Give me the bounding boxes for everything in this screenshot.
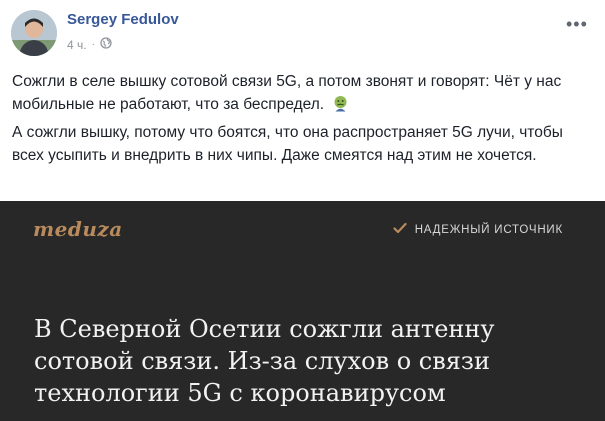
facebook-post: Sergey Fedulov 4 ч. · ••• Сожгли в селе … [0,0,605,421]
post-timestamp[interactable]: 4 ч. [67,38,87,52]
globe-icon[interactable] [100,37,112,52]
post-meta: 4 ч. · [67,37,112,52]
article-headline[interactable]: В Северной Осетии сожгли антенну сотовой… [34,313,574,409]
avatar[interactable] [11,10,57,56]
trusted-source-badge: НАДЕЖНЫЙ ИСТОЧНИК [393,222,563,237]
post-paragraph-2: А сожгли вышку, потому что боятся, что о… [12,124,563,164]
meta-separator: · [91,39,95,50]
trusted-source-label: НАДЕЖНЫЙ ИСТОЧНИК [414,223,563,236]
post-paragraph-1: Сожгли в селе вышку сотовой связи 5G, а … [12,70,592,119]
checkmark-icon [393,222,407,237]
avatar-image [11,10,57,56]
post-paragraph-1-text: Сожгли в селе вышку сотовой связи 5G, а … [12,73,562,113]
post-author-name[interactable]: Sergey Fedulov [67,11,179,28]
meduza-logo: meduza [33,217,123,241]
link-preview-card[interactable]: meduza НАДЕЖНЫЙ ИСТОЧНИК В Северной Осет… [0,201,605,421]
more-options-icon[interactable]: ••• [566,14,588,35]
nauseated-face-emoji-icon [332,95,349,119]
